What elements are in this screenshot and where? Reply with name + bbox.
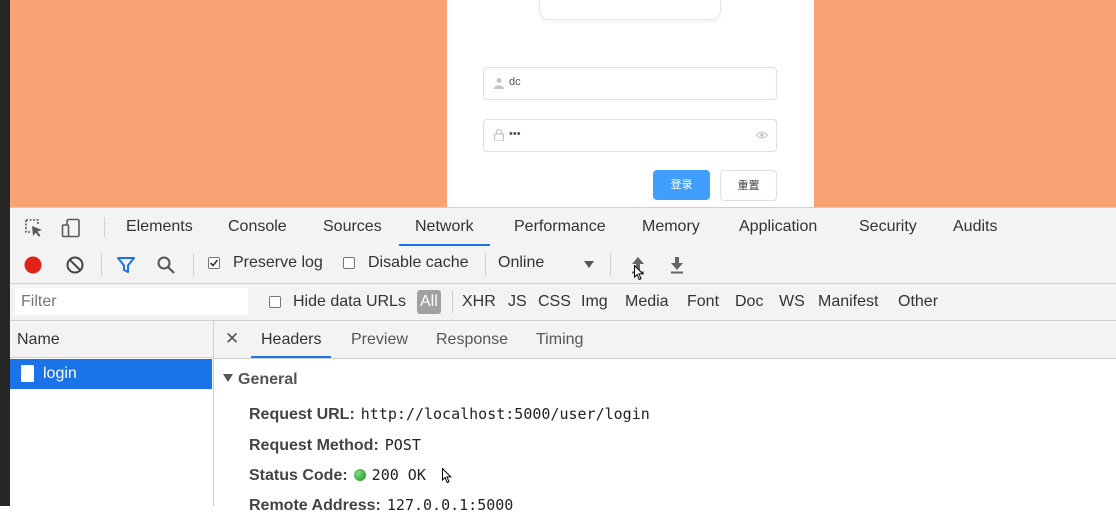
filter-type-doc[interactable]: Doc [735,290,763,314]
chevron-down-icon[interactable] [584,261,594,268]
lock-icon [493,129,505,141]
inspect-element-icon[interactable] [24,218,44,238]
password-input[interactable]: ••• [483,119,777,152]
name-column-header[interactable]: Name [10,321,213,358]
reset-button[interactable]: 重置 [720,170,777,201]
detail-tab-bar: ✕ Headers Preview Response Timing [214,321,1116,359]
throttling-select[interactable]: Online [498,254,544,272]
disable-cache-checkbox[interactable] [343,257,355,269]
page-viewport: dc ••• 登录 重置 [10,0,1116,207]
request-method-row: Request Method: POST [249,435,421,455]
filter-type-css[interactable]: CSS [538,290,571,314]
separator [452,291,453,313]
filter-type-media[interactable]: Media [625,290,669,314]
filter-icon[interactable] [116,255,136,275]
status-code-value: 200 OK [371,466,426,484]
request-name: login [43,365,77,382]
filter-type-xhr[interactable]: XHR [462,290,496,314]
tab-headers[interactable]: Headers [251,321,332,358]
text-cursor-icon [442,468,452,484]
devtools-tab-bar: Elements Console Sources Network Perform… [10,207,1116,247]
mouse-cursor-icon [634,265,644,281]
remote-address-row: Remote Address: 127.0.0.1:5000 [249,495,513,515]
general-section-toggle[interactable]: General [223,371,298,389]
close-icon[interactable]: ✕ [225,329,239,349]
device-toolbar-icon[interactable] [61,218,81,238]
filter-type-all[interactable]: All [417,290,441,314]
status-ok-icon [353,469,366,481]
request-url-row: Request URL: http://localhost:5000/user/l… [249,404,650,424]
filter-type-js[interactable]: JS [508,290,527,314]
filter-type-other[interactable]: Other [898,290,938,314]
login-button[interactable]: 登录 [653,170,710,200]
preserve-log-label: Preserve log [233,254,323,271]
tab-response[interactable]: Response [436,321,508,358]
filter-type-font[interactable]: Font [687,290,719,314]
logo-box [539,0,721,20]
tab-performance[interactable]: Performance [514,208,606,246]
request-method-label: Request Method: [249,437,379,454]
tab-console[interactable]: Console [228,208,287,246]
export-har-icon[interactable] [667,255,687,275]
request-method-value: POST [384,436,421,454]
login-card: dc ••• 登录 重置 [447,0,814,207]
filter-type-manifest[interactable]: Manifest [818,290,878,314]
clear-icon[interactable] [65,255,85,275]
request-detail: ✕ Headers Preview Response Timing Genera… [214,321,1116,514]
triangle-down-icon [223,374,233,382]
record-icon[interactable] [23,255,43,275]
disable-cache-label: Disable cache [368,254,469,271]
preserve-log-checkbox[interactable] [208,257,220,269]
general-title: General [238,371,298,388]
tab-application[interactable]: Application [739,208,817,246]
window-edge [0,0,10,506]
separator [193,254,194,276]
separator [610,254,611,276]
tab-memory[interactable]: Memory [642,208,700,246]
devtools-panel: Elements Console Sources Network Perform… [10,207,1116,514]
request-url-label: Request URL: [249,406,355,423]
check-icon [209,259,219,267]
status-code-label: Status Code: [249,467,348,484]
remote-address-value: 127.0.0.1:5000 [386,496,514,514]
status-code-row: Status Code: 200 OK [249,465,426,485]
username-input[interactable]: dc [483,67,777,100]
network-toolbar: Preserve log Disable cache Online [10,246,1116,284]
tab-network[interactable]: Network [399,208,490,246]
filter-type-ws[interactable]: WS [779,290,805,314]
filter-bar: Hide data URLs All XHR JS CSS Img Media … [10,284,1116,321]
separator [104,217,105,237]
tab-security[interactable]: Security [859,208,917,246]
separator [485,254,486,276]
separator [101,254,102,276]
eye-icon[interactable] [756,130,768,140]
password-mask: ••• [509,128,521,140]
tab-preview[interactable]: Preview [351,321,408,358]
tab-audits[interactable]: Audits [953,208,997,246]
filter-input[interactable] [15,288,248,315]
search-icon[interactable] [156,255,176,275]
user-icon [494,78,504,89]
hide-data-urls-label: Hide data URLs [293,293,406,310]
tab-timing[interactable]: Timing [536,321,583,358]
hide-data-urls-checkbox[interactable] [269,296,281,308]
document-icon [21,365,34,382]
tab-sources[interactable]: Sources [323,208,382,246]
filter-type-img[interactable]: Img [581,290,608,314]
request-row-login[interactable]: login [10,359,212,389]
request-url-value: http://localhost:5000/user/login [360,405,650,423]
tab-elements[interactable]: Elements [126,208,193,246]
username-value: dc [509,76,521,88]
request-list: Name login [10,321,214,506]
